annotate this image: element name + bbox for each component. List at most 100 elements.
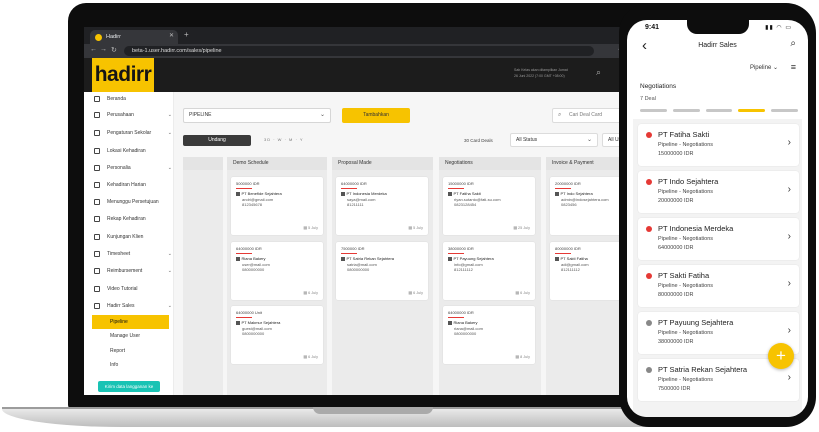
search-icon[interactable]: ⌕ — [596, 67, 601, 78]
deal-phone: 81211111 — [347, 202, 364, 208]
view-toggle[interactable]: 3D · W · M · Y — [264, 137, 303, 142]
deal-status-bar — [236, 316, 252, 319]
deal-company-name: PT Satria Rekan Sejahtera — [346, 256, 395, 262]
deal-phone: 812345678 — [242, 202, 263, 208]
deal-amount: 5000000 IDR — [236, 181, 260, 186]
phone-deal-name: PT Sakti Fatiha — [658, 271, 710, 280]
pipeline-select[interactable]: PIPELINE ⌄ — [183, 108, 331, 123]
stage-progress[interactable] — [640, 109, 798, 112]
sidebar-item-hadirr-sales[interactable]: Hadirr Sales ⌄ — [94, 301, 172, 311]
phone-deal-card[interactable]: PT Fatiha Sakti Pipeline - Negotiations 15… — [638, 124, 799, 166]
phone-deal-amount: 64000000 IDR — [658, 245, 694, 251]
deal-date-text: 5 July — [308, 226, 318, 231]
sidebar-subitem-manage-user[interactable]: Manage User — [110, 333, 140, 339]
phone-deal-card[interactable]: PT Sakti Fatiha Pipeline - Negotiations 80… — [638, 265, 799, 307]
sidebar-item-label: Rekap Kehadiran — [107, 216, 146, 222]
pipeline-dropdown[interactable]: Pipeline ⌄ — [750, 64, 778, 71]
deal-card[interactable]: 15000000 IDR PT Fatiha Sakti riyan.sutanto… — [443, 177, 535, 235]
sidebar-item-timesheet[interactable]: Timesheet ⌄ — [94, 249, 172, 259]
sidebar-item-label: Hadirr Sales — [107, 303, 135, 309]
search-icon: ⌕ — [558, 112, 562, 118]
deal-card[interactable]: 64000000 IDR Riana Bakery riana@mail.com 08… — [443, 306, 535, 364]
sidebar-item-video-tutorial[interactable]: Video Tutorial — [94, 284, 172, 294]
status-filter[interactable]: All Status ⌄ — [510, 133, 598, 147]
send-subscription-button[interactable]: Kirim data langganan ke — [98, 381, 160, 392]
sidebar-item-lokasi-kehadiran[interactable]: Lokasi Kehadiran — [94, 146, 172, 156]
menu-item-icon — [94, 96, 100, 102]
deal-status-bar — [555, 252, 571, 255]
phone-deal-stage: Pipeline - Negotiations — [658, 377, 714, 383]
forward-icon[interactable]: → — [100, 46, 107, 53]
sidebar-subitem-info[interactable]: Info — [110, 362, 118, 368]
deal-company-name: Riana Bakery — [241, 256, 266, 262]
sidebar-item-beranda[interactable]: Beranda — [94, 94, 172, 104]
hadirr-logo[interactable]: hadirr — [92, 58, 154, 92]
deal-card[interactable]: 38000000 IDR PT Payuung Sejahtera info@gma… — [443, 242, 535, 300]
add-deal-button[interactable]: Tambahkan — [342, 108, 410, 123]
stage-segment[interactable] — [771, 109, 798, 112]
deal-company-name: PT Makmur Sejahtera — [241, 320, 281, 326]
chevron-down-icon: ⌄ — [167, 268, 172, 274]
menu-item-icon — [94, 148, 100, 154]
sidebar-item-pengaturan-sekolar[interactable]: Pengaturan Sekolar ⌄ — [94, 128, 172, 138]
logo-text: hadirr — [94, 63, 152, 86]
menu-item-icon — [94, 251, 100, 257]
sidebar-item-kunjungan-klien[interactable]: Kunjungan Klien — [94, 232, 172, 242]
menu-item-icon — [94, 286, 100, 292]
column-header: Negotiations — [439, 157, 541, 170]
sidebar-item-perusahaan[interactable]: Perusahaan ⌄ — [94, 110, 172, 120]
deal-status-dot — [646, 226, 652, 232]
sidebar-item-reimbursement[interactable]: Reimbursement ⌄ — [94, 266, 172, 276]
close-icon[interactable]: ✕ — [169, 32, 174, 39]
deal-company-name: PT Fatiha Sakti — [453, 191, 481, 197]
add-deal-fab[interactable]: + — [768, 343, 794, 369]
stage-segment[interactable] — [672, 109, 700, 112]
phone-deal-amount: 15000000 IDR — [658, 151, 694, 157]
browser-tab[interactable]: Hadirr ✕ — [90, 30, 178, 44]
filter-icon[interactable]: ≡ — [791, 62, 796, 72]
sidebar-item-kehadiran-harian[interactable]: Kehadiran Harian — [94, 180, 172, 190]
sidebar-subitem-report[interactable]: Report — [110, 348, 125, 354]
deal-card[interactable]: 64000000 Unit PT Makmur Sejahtera guest@ma… — [231, 306, 323, 364]
favicon-icon — [95, 33, 102, 41]
stage-segment[interactable] — [640, 109, 667, 112]
invite-button[interactable]: Undang — [183, 135, 251, 146]
deal-date-text: 6 July — [413, 291, 423, 296]
building-icon — [555, 192, 559, 196]
status-filter-value: All Status — [516, 137, 538, 143]
sidebar-item-rekap-kehadiran[interactable]: Rekap Kehadiran — [94, 214, 172, 224]
chevron-down-icon: ⌄ — [167, 130, 172, 136]
deal-card[interactable]: 64000000 IDR Riana Bakery user@mail.com 080… — [231, 242, 323, 300]
back-icon[interactable]: ← — [90, 46, 97, 53]
deal-card[interactable]: 64000000 IDR PT Indonesia Merdeka saya@mai… — [336, 177, 428, 235]
new-tab-icon[interactable]: + — [184, 30, 189, 39]
sidebar-item-label: Kunjungan Klien — [107, 234, 144, 240]
chevron-right-icon: › — [787, 372, 791, 383]
building-icon — [448, 321, 452, 325]
stage-segment[interactable] — [705, 109, 733, 112]
phone-deal-amount: 80000000 IDR — [658, 292, 694, 298]
search-icon[interactable]: ⌕ — [790, 38, 796, 49]
deal-amount: 38000000 IDR — [448, 246, 474, 251]
deal-company-name: PT Benefide Sejahtera — [241, 191, 282, 197]
deal-date: ▦ 6 July — [408, 291, 423, 297]
phone-deal-card[interactable]: PT Indonesia Merdeka Pipeline - Negotiati… — [638, 218, 799, 260]
url-input[interactable]: beta-1.user.hadirr.com/sales/pipeline — [124, 46, 594, 56]
phone-deal-name: PT Satria Rekan Sejahtera — [658, 365, 748, 374]
sidebar-item-label: Reimbursement — [107, 268, 143, 274]
phone-notch — [687, 20, 749, 34]
sidebar-item-label: Pengaturan Sekolar — [107, 130, 152, 136]
deal-card[interactable]: 7500000 IDR PT Satria Rekan Sejahtera satr… — [336, 242, 428, 300]
sidebar-item-label: Lokasi Kehadiran — [107, 148, 146, 154]
deal-card[interactable]: 5000000 IDR PT Benefide Sejahtera andri@gm… — [231, 177, 323, 235]
reload-icon[interactable]: ↻ — [111, 46, 117, 54]
sidebar-subitem-pipeline[interactable]: Pipeline — [92, 315, 169, 329]
phone-deal-card[interactable]: PT Indo Sejahtera Pipeline - Negotiations… — [638, 171, 799, 213]
deal-amount: 7500000 IDR — [341, 246, 365, 251]
deal-status-bar — [236, 187, 252, 190]
chevron-down-icon: ⌄ — [586, 137, 592, 143]
building-icon — [236, 192, 240, 196]
sidebar-item-menunggu-persetujuan[interactable]: Menunggu Persetujuan — [94, 197, 172, 207]
stage-segment[interactable] — [738, 109, 766, 112]
sidebar-item-personalia[interactable]: Personalia ⌄ — [94, 163, 172, 173]
